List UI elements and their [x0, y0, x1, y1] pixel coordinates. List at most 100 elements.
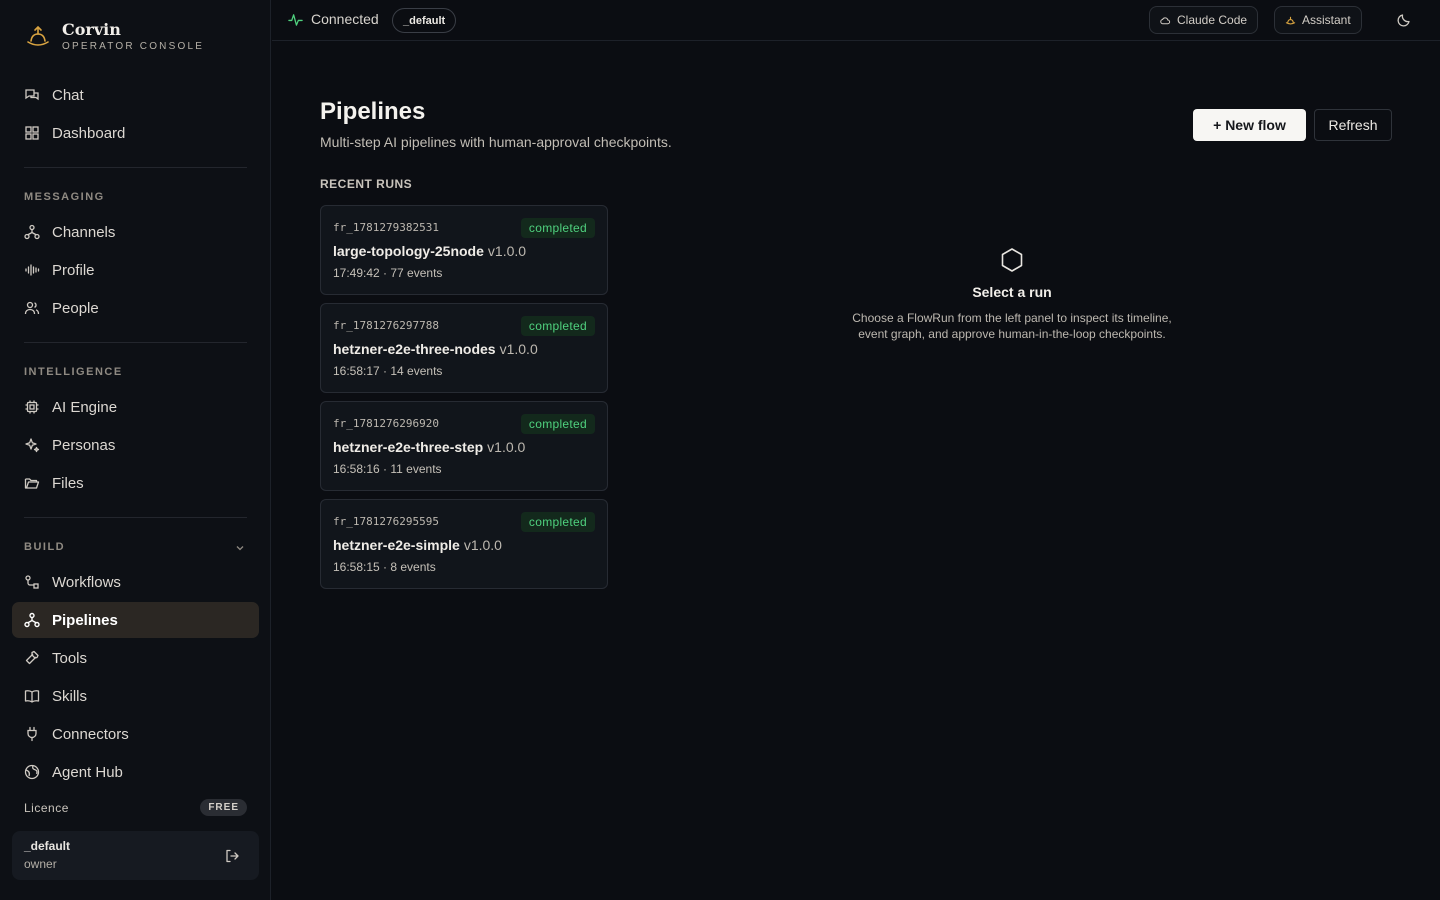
- connection-status: Connected: [288, 11, 379, 27]
- sidebar-item-skills[interactable]: Skills: [12, 678, 259, 714]
- run-card[interactable]: fr_1781276297788 completed hetzner-e2e-t…: [320, 303, 608, 393]
- claude-code-button[interactable]: Claude Code: [1149, 6, 1259, 34]
- status-badge: completed: [520, 218, 595, 238]
- globe-icon: [24, 764, 40, 780]
- run-meta: 16:58:16 · 11 events: [333, 462, 442, 476]
- run-meta: 17:49:42 · 77 events: [333, 266, 443, 280]
- run-id: fr_1781276297788: [333, 319, 439, 332]
- hexagon-icon: [1001, 248, 1023, 272]
- run-version: v1.0.0: [487, 439, 526, 455]
- sparkles-icon: [25, 438, 40, 453]
- sidebar-item-profile[interactable]: Profile: [12, 252, 259, 288]
- tenant-badge[interactable]: _default: [392, 8, 457, 33]
- run-name: hetzner-e2e-simple: [333, 537, 460, 553]
- chat-icon: [25, 89, 39, 101]
- sidebar-item-label: Personas: [52, 436, 116, 454]
- sidebar-item-people[interactable]: People: [12, 290, 259, 326]
- run-id: fr_1781276296920: [333, 417, 439, 430]
- sidebar-item-label: Profile: [52, 261, 95, 279]
- status-badge: completed: [520, 512, 595, 532]
- sidebar-item-label: Skills: [52, 687, 88, 705]
- sidebar-item-workflows[interactable]: Workflows: [12, 564, 259, 600]
- run-name-row: hetzner-e2e-three-nodes v1.0.0: [333, 341, 538, 357]
- licence-badge[interactable]: FREE: [200, 799, 247, 816]
- sidebar-item-label: Connectors: [52, 725, 129, 743]
- plug-icon: [27, 726, 37, 742]
- claude-code-label: Claude Code: [1177, 13, 1248, 27]
- run-version: v1.0.0: [463, 537, 502, 553]
- divider: [24, 517, 247, 518]
- new-flow-button[interactable]: + New flow: [1193, 109, 1306, 141]
- run-id: fr_1781276295595: [333, 515, 439, 528]
- sidebar-item-label: Files: [52, 474, 84, 492]
- dashboard-icon: [25, 126, 39, 140]
- brand-subtitle: OPERATOR CONSOLE: [62, 41, 205, 52]
- user-card: _default owner: [12, 831, 259, 880]
- status-badge: completed: [520, 414, 595, 434]
- moon-icon[interactable]: [1396, 12, 1412, 28]
- licence-row: Licence FREE: [24, 799, 247, 816]
- brand-name: Corvin: [62, 20, 121, 39]
- run-meta: 16:58:17 · 14 events: [333, 364, 443, 378]
- topbar: Connected _default Claude Code Assistant: [272, 0, 1440, 41]
- licence-label: Licence: [24, 800, 69, 815]
- audio-wave-icon: [25, 264, 40, 276]
- run-card[interactable]: fr_1781276295595 completed hetzner-e2e-s…: [320, 499, 608, 589]
- user-role: owner: [24, 857, 57, 871]
- workflow-icon: [25, 575, 39, 589]
- run-version: v1.0.0: [499, 341, 538, 357]
- book-icon: [24, 690, 40, 703]
- section-label-build: BUILD: [24, 541, 66, 553]
- sidebar-item-label: Workflows: [52, 573, 121, 591]
- sidebar-item-label: AI Engine: [52, 398, 118, 416]
- chevron-down-icon[interactable]: [234, 542, 246, 554]
- sidebar-item-personas[interactable]: Personas: [12, 427, 259, 463]
- sidebar-item-pipelines[interactable]: Pipelines: [12, 602, 259, 638]
- sidebar-item-label: Chat: [52, 86, 84, 104]
- activity-icon: [288, 13, 303, 26]
- empty-state: Select a run Choose a FlowRun from the l…: [812, 246, 1212, 342]
- sidebar-item-connectors[interactable]: Connectors: [12, 716, 259, 752]
- run-card[interactable]: fr_1781279382531 completed large-topolog…: [320, 205, 608, 295]
- assistant-label: Assistant: [1302, 13, 1351, 27]
- sidebar-item-agent-hub[interactable]: Agent Hub: [12, 754, 259, 790]
- sidebar-item-dashboard[interactable]: Dashboard: [12, 115, 259, 151]
- run-name: large-topology-25node: [333, 243, 484, 259]
- channels-icon: [24, 224, 40, 240]
- run-id: fr_1781279382531: [333, 221, 439, 234]
- run-name-row: hetzner-e2e-simple v1.0.0: [333, 537, 502, 553]
- people-icon: [24, 301, 40, 315]
- sidebar-item-label: Pipelines: [52, 611, 118, 629]
- logout-icon[interactable]: [224, 848, 240, 864]
- assistant-logo-icon: [1285, 16, 1296, 24]
- run-meta: 16:58:15 · 8 events: [333, 560, 436, 574]
- cloud-icon: [1160, 16, 1171, 24]
- sidebar-item-ai-engine[interactable]: AI Engine: [12, 389, 259, 425]
- sidebar-item-label: Tools: [52, 649, 88, 667]
- divider: [24, 167, 247, 168]
- user-name: _default: [24, 839, 71, 853]
- hammer-icon: [25, 650, 39, 665]
- run-name-row: hetzner-e2e-three-step v1.0.0: [333, 439, 525, 455]
- run-version: v1.0.0: [487, 243, 527, 259]
- sidebar-item-tools[interactable]: Tools: [12, 640, 259, 676]
- sidebar-item-chat[interactable]: Chat: [12, 77, 259, 113]
- connection-status-text: Connected: [311, 11, 379, 27]
- recent-runs-label: RECENT RUNS: [320, 177, 413, 191]
- brand[interactable]: Corvin OPERATOR CONSOLE: [24, 20, 204, 52]
- page-subtitle: Multi-step AI pipelines with human-appro…: [320, 134, 672, 150]
- assistant-button[interactable]: Assistant: [1274, 6, 1362, 34]
- run-name: hetzner-e2e-three-nodes: [333, 341, 496, 357]
- refresh-button[interactable]: Refresh: [1314, 109, 1392, 141]
- status-badge: completed: [520, 316, 595, 336]
- page-title: Pipelines: [320, 98, 426, 125]
- sidebar-item-label: Agent Hub: [52, 763, 123, 781]
- run-name-row: large-topology-25node v1.0.0: [333, 243, 526, 259]
- empty-state-description: Choose a FlowRun from the left panel to …: [852, 311, 1172, 341]
- pipeline-icon: [24, 612, 40, 628]
- run-card[interactable]: fr_1781276296920 completed hetzner-e2e-t…: [320, 401, 608, 491]
- run-name: hetzner-e2e-three-step: [333, 439, 484, 455]
- sidebar-item-channels[interactable]: Channels: [12, 214, 259, 250]
- sidebar-item-label: People: [52, 299, 99, 317]
- sidebar-item-files[interactable]: Files: [12, 465, 259, 501]
